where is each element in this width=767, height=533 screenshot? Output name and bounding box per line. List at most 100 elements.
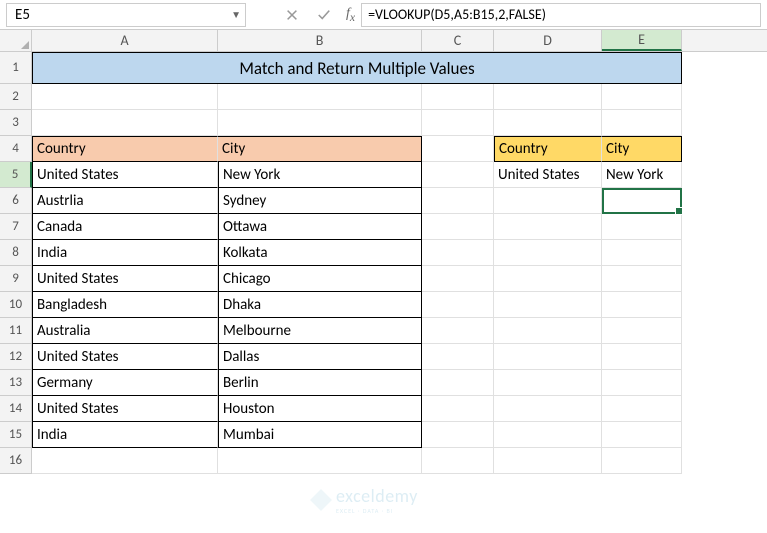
cell[interactable] — [602, 422, 682, 448]
cell[interactable] — [494, 292, 602, 318]
cell[interactable] — [422, 370, 494, 396]
cell[interactable] — [602, 214, 682, 240]
cell[interactable] — [494, 188, 602, 214]
table-cell[interactable]: Canada — [32, 214, 218, 240]
cell[interactable] — [422, 110, 494, 136]
table-cell[interactable]: New York — [218, 162, 422, 188]
table-cell[interactable]: Berlin — [218, 370, 422, 396]
lookup-header-country[interactable]: Country — [494, 136, 602, 162]
col-header-C[interactable]: C — [422, 30, 494, 51]
table-cell[interactable]: Ottawa — [218, 214, 422, 240]
row-header[interactable]: 14 — [0, 396, 32, 422]
row-header[interactable]: 3 — [0, 110, 32, 136]
cell[interactable] — [218, 110, 422, 136]
cell[interactable] — [422, 188, 494, 214]
row-header[interactable]: 7 — [0, 214, 32, 240]
table-cell[interactable]: India — [32, 240, 218, 266]
cell[interactable] — [422, 292, 494, 318]
cell[interactable] — [32, 448, 218, 474]
cell[interactable] — [422, 448, 494, 474]
table-header-city[interactable]: City — [218, 136, 422, 162]
table-cell[interactable]: United States — [32, 162, 218, 188]
cell[interactable] — [494, 422, 602, 448]
row-header[interactable]: 5 — [0, 162, 32, 188]
cell[interactable] — [422, 318, 494, 344]
row-header[interactable]: 15 — [0, 422, 32, 448]
cell[interactable] — [32, 110, 218, 136]
cell[interactable] — [494, 344, 602, 370]
cell[interactable] — [602, 370, 682, 396]
cell[interactable] — [602, 396, 682, 422]
row-header[interactable]: 11 — [0, 318, 32, 344]
table-cell[interactable]: Dallas — [218, 344, 422, 370]
title-cell[interactable]: Match and Return Multiple Values — [32, 52, 682, 84]
col-header-D[interactable]: D — [494, 30, 602, 51]
cell[interactable] — [494, 396, 602, 422]
cell[interactable] — [494, 266, 602, 292]
cell[interactable] — [422, 162, 494, 188]
table-cell[interactable]: Mumbai — [218, 422, 422, 448]
cell[interactable] — [602, 318, 682, 344]
cell[interactable] — [422, 266, 494, 292]
cell[interactable] — [218, 84, 422, 110]
cell[interactable] — [422, 136, 494, 162]
fx-icon[interactable]: fx — [346, 6, 355, 24]
cell[interactable] — [602, 84, 682, 110]
table-cell[interactable]: Dhaka — [218, 292, 422, 318]
cell[interactable] — [494, 318, 602, 344]
cell[interactable] — [494, 84, 602, 110]
table-cell[interactable]: Germany — [32, 370, 218, 396]
table-cell[interactable]: Australia — [32, 318, 218, 344]
table-cell[interactable]: India — [32, 422, 218, 448]
col-header-A[interactable]: A — [32, 30, 218, 51]
cell[interactable] — [422, 84, 494, 110]
enter-button[interactable] — [308, 3, 340, 27]
chevron-down-icon[interactable]: ▼ — [231, 8, 241, 21]
table-cell[interactable]: Houston — [218, 396, 422, 422]
col-header-B[interactable]: B — [218, 30, 422, 51]
table-cell[interactable]: Kolkata — [218, 240, 422, 266]
table-cell[interactable]: United States — [32, 344, 218, 370]
row-header[interactable]: 1 — [0, 52, 32, 84]
cell[interactable] — [602, 188, 682, 214]
row-header[interactable]: 6 — [0, 188, 32, 214]
table-header-country[interactable]: Country — [32, 136, 218, 162]
cell[interactable] — [494, 240, 602, 266]
cell[interactable] — [602, 448, 682, 474]
cell[interactable] — [422, 214, 494, 240]
table-cell[interactable]: Melbourne — [218, 318, 422, 344]
table-cell[interactable]: Sydney — [218, 188, 422, 214]
cell[interactable] — [218, 448, 422, 474]
cell[interactable] — [494, 370, 602, 396]
cell[interactable] — [602, 110, 682, 136]
cancel-button[interactable] — [276, 3, 308, 27]
row-header[interactable]: 2 — [0, 84, 32, 110]
cell[interactable] — [602, 344, 682, 370]
col-header-E[interactable]: E — [602, 30, 682, 51]
row-header[interactable]: 8 — [0, 240, 32, 266]
table-cell[interactable]: Austrlia — [32, 188, 218, 214]
cell[interactable] — [422, 344, 494, 370]
lookup-city[interactable]: New York — [602, 162, 682, 188]
cell[interactable] — [422, 422, 494, 448]
row-header[interactable]: 10 — [0, 292, 32, 318]
cell[interactable] — [494, 448, 602, 474]
formula-input[interactable]: =VLOOKUP(D5,A5:B15,2,FALSE) — [361, 3, 761, 27]
cell[interactable] — [494, 110, 602, 136]
row-header[interactable]: 12 — [0, 344, 32, 370]
table-cell[interactable]: Chicago — [218, 266, 422, 292]
cell[interactable] — [32, 84, 218, 110]
cell[interactable] — [602, 240, 682, 266]
lookup-country[interactable]: United States — [494, 162, 602, 188]
cell[interactable] — [422, 240, 494, 266]
row-header[interactable]: 9 — [0, 266, 32, 292]
cell[interactable] — [494, 214, 602, 240]
row-header[interactable]: 4 — [0, 136, 32, 162]
cell[interactable] — [602, 292, 682, 318]
table-cell[interactable]: United States — [32, 396, 218, 422]
row-header[interactable]: 16 — [0, 448, 32, 474]
lookup-header-city[interactable]: City — [602, 136, 682, 162]
row-header[interactable]: 13 — [0, 370, 32, 396]
name-box[interactable]: E5 ▼ — [6, 3, 246, 27]
select-all-corner[interactable] — [0, 30, 32, 51]
